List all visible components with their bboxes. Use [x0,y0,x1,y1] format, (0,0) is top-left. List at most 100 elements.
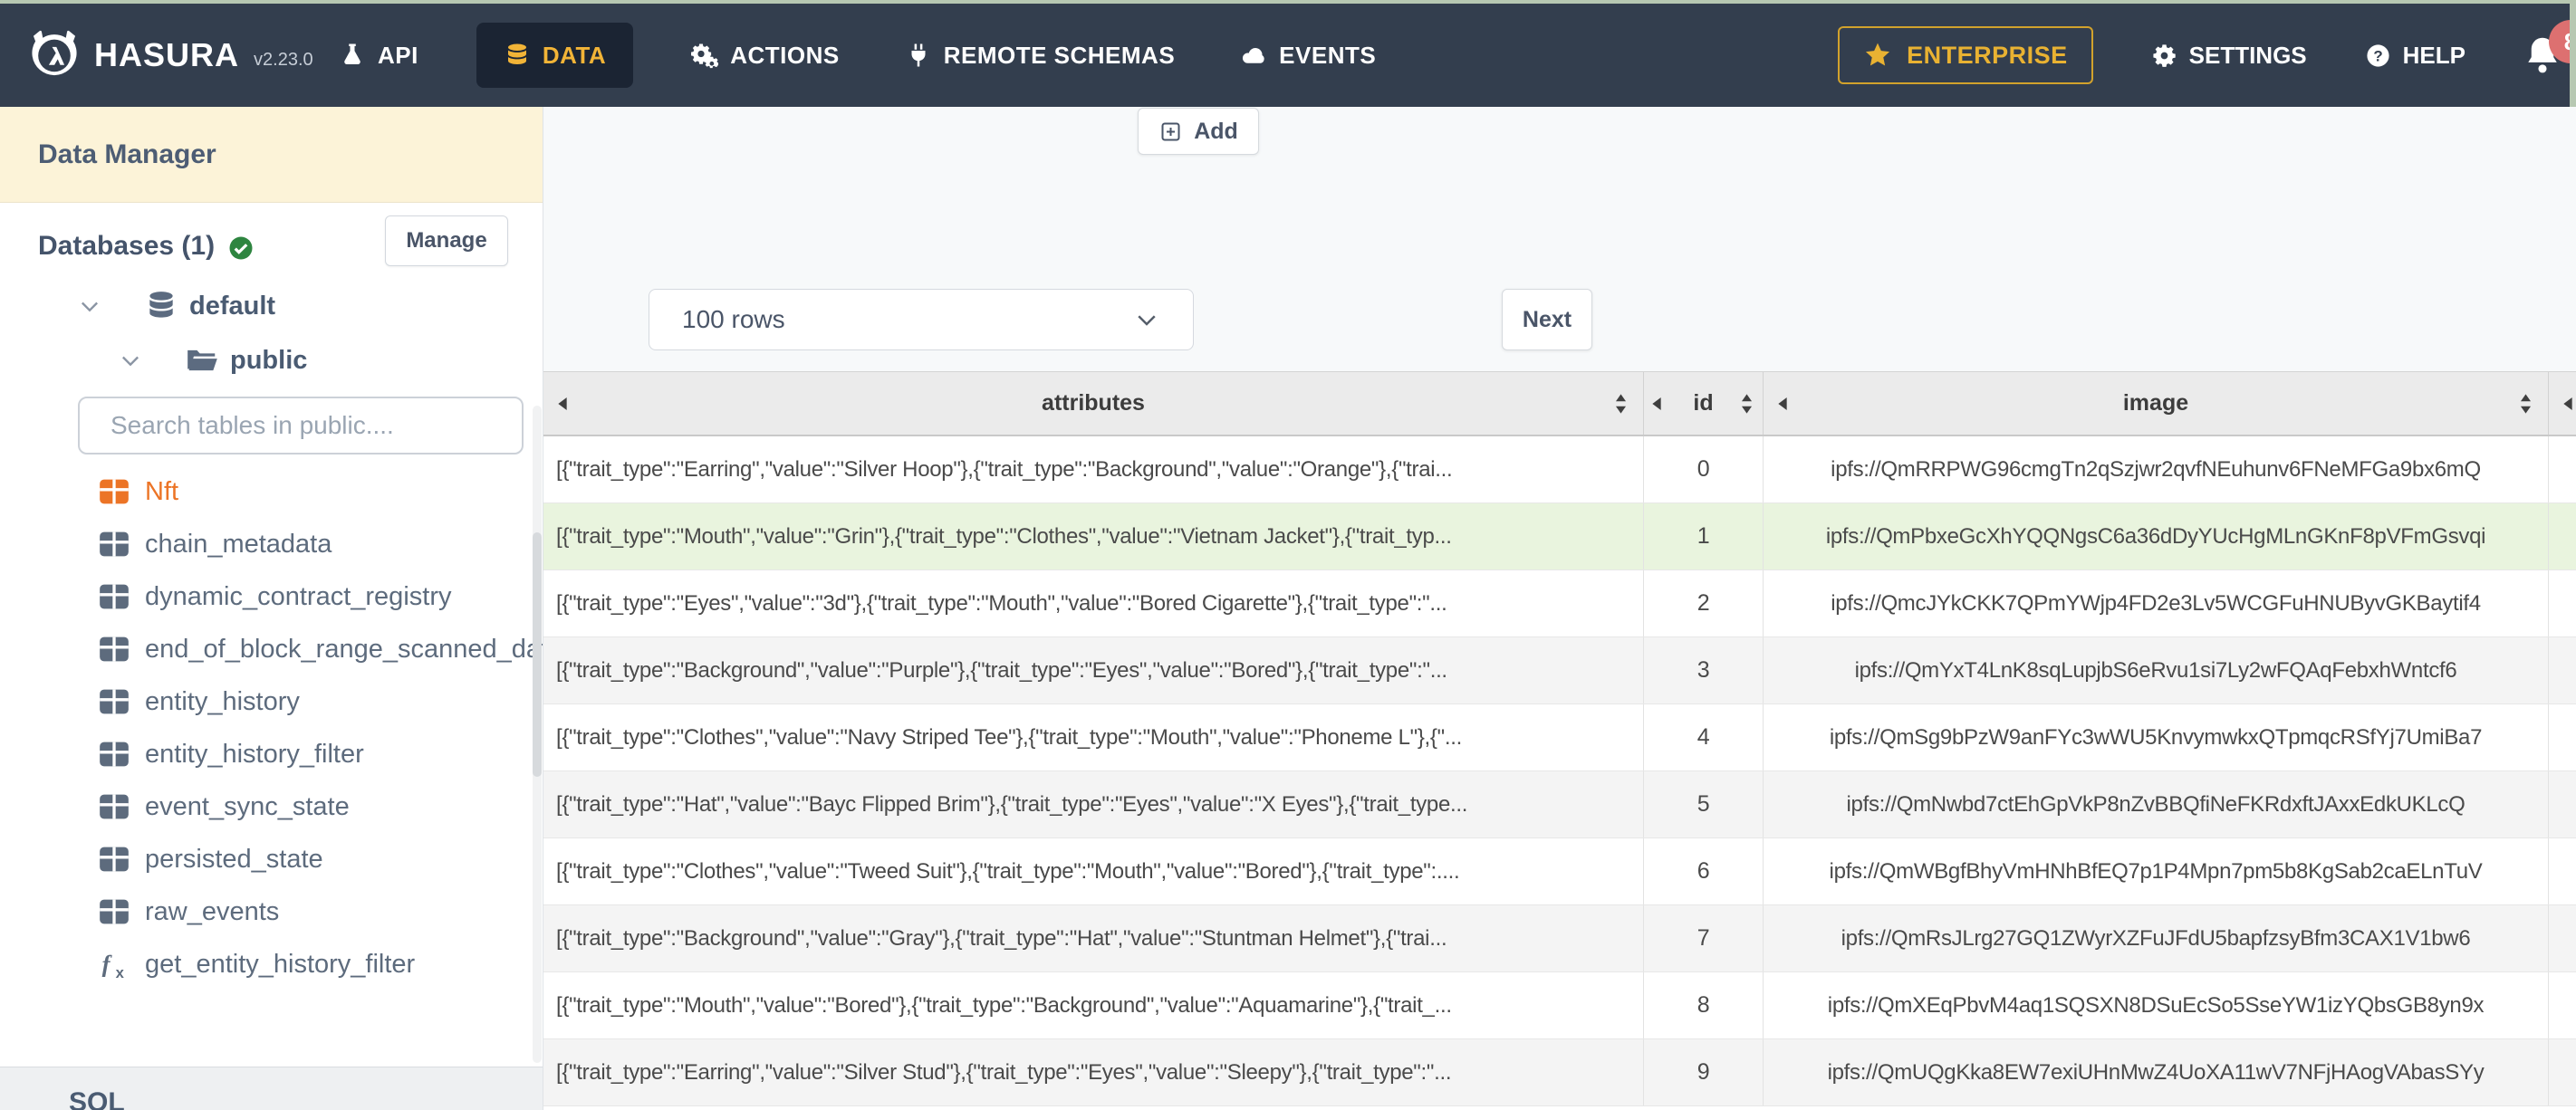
sidebar-title: Data Manager [0,107,543,203]
sort-column-icon[interactable] [1613,391,1629,416]
tree-item-database-default[interactable]: default [77,281,275,331]
cell-extra [2549,570,2576,636]
column-header-image: image [1764,372,2549,435]
nav-item-label: DATA [542,41,607,69]
add-row-button[interactable]: Add [1138,108,1259,155]
nav-right-cluster: ENTERPRISE SETTINGS ? HELP 8 [1838,4,2576,107]
chevron-down-icon [1133,306,1160,333]
enterprise-button[interactable]: ENTERPRISE [1838,26,2093,84]
enterprise-label: ENTERPRISE [1907,41,2068,69]
sort-column-icon[interactable] [2518,391,2533,416]
cell-extra [2549,905,2576,971]
collapse-column-icon[interactable] [2562,395,2574,412]
table-row-3[interactable]: [{"trait_type":"Background","value":"Pur… [543,637,2576,704]
rows-per-page-select[interactable]: 100 rows [649,289,1194,350]
help-label: HELP [2402,41,2465,69]
sidebar-table-end_of_block_range_scanned_data[interactable]: end_of_block_range_scanned_data [0,623,543,675]
nav-item-label: REMOTE SCHEMAS [943,41,1176,69]
sidebar-scrollbar-thumb[interactable] [533,532,542,777]
cell-id: 2 [1644,570,1764,636]
sidebar-table-entity_history_filter[interactable]: entity_history_filter [0,728,543,780]
svg-text:f: f [102,950,113,977]
search-tables-input[interactable] [109,410,493,441]
cell-attributes: [{"trait_type":"Clothes","value":"Navy S… [543,704,1644,770]
cell-id: 4 [1644,704,1764,770]
table-row-0[interactable]: [{"trait_type":"Earring","value":"Silver… [543,436,2576,503]
cell-extra [2549,637,2576,703]
database-name: default [189,291,276,321]
cell-image: ipfs://QmRRPWG96cmgTn2qSzjwr2qvfNEuhunv6… [1764,436,2549,502]
table-name: event_sync_state [145,791,350,821]
table-list: Nft chain_metadata dynamic_contract_regist… [0,465,543,990]
cell-attributes: [{"trait_type":"Clothes","value":"Tweed … [543,838,1644,904]
nav-item-actions[interactable]: ACTIONS [684,23,847,88]
gears-icon [691,42,719,69]
sidebar-table-raw_events[interactable]: raw_events [0,885,543,938]
table-name: raw_events [145,896,280,926]
table-icon [96,579,132,615]
cloud-icon [1240,42,1267,69]
viewport-right-edge [2570,4,2576,107]
sidebar-table-persisted_state[interactable]: persisted_state [0,833,543,885]
search-tables-box [78,397,524,455]
manage-button[interactable]: Manage [385,215,508,266]
table-row-6[interactable]: [{"trait_type":"Clothes","value":"Tweed … [543,838,2576,905]
svg-text:x: x [116,964,125,981]
nav-item-data[interactable]: DATA [476,23,634,88]
table-row-9[interactable]: [{"trait_type":"Earring","value":"Silver… [543,1039,2576,1106]
main-content: Add 100 rows Next attributes id image [{"t… [543,107,2576,1110]
databases-label: Databases (1) [38,231,216,261]
cell-id: 6 [1644,838,1764,904]
table-name: Nft [145,476,179,506]
nav-item-remote-schemas[interactable]: REMOTE SCHEMAS [898,23,1182,88]
sidebar-table-Nft[interactable]: Nft [0,465,543,518]
table-name: get_entity_history_filter [145,949,416,979]
table-row-8[interactable]: [{"trait_type":"Mouth","value":"Bored"},… [543,972,2576,1039]
svg-text:?: ? [2373,47,2382,64]
column-title: attributes [1042,390,1145,416]
chevron-down-icon[interactable] [77,293,102,319]
cell-id: 9 [1644,1039,1764,1105]
cell-attributes: [{"trait_type":"Hat","value":"Bayc Flipp… [543,771,1644,837]
nav-item-api[interactable]: API [332,23,426,88]
sort-column-icon[interactable] [1739,391,1754,416]
sidebar-table-chain_metadata[interactable]: chain_metadata [0,518,543,570]
table-icon [96,894,132,930]
cell-id: 7 [1644,905,1764,971]
database-icon [144,289,178,323]
notifications-button[interactable]: 8 [2523,20,2576,76]
column-header-extra [2549,372,2576,435]
viewport-top-edge [0,0,2576,4]
next-page-button[interactable]: Next [1502,289,1592,350]
column-header-attributes: attributes [543,372,1644,435]
table-icon [96,841,132,877]
tree-item-schema-public[interactable]: public [118,335,307,386]
help-button[interactable]: ? HELP [2365,42,2465,70]
table-icon [96,526,132,562]
sidebar-table-entity_history[interactable]: entity_history [0,675,543,728]
table-body: [{"trait_type":"Earring","value":"Silver… [543,436,2576,1106]
sidebar-table-event_sync_state[interactable]: event_sync_state [0,780,543,833]
settings-button[interactable]: SETTINGS [2151,42,2307,70]
sidebar: Data Manager Databases (1) Manage defaul… [0,107,543,1110]
cell-image: ipfs://QmNwbd7ctEhGpVkP8nZvBBQfiNeFKRdxf… [1764,771,2549,837]
brand-group[interactable]: HASURA v2.23.0 [27,4,313,107]
table-row-5[interactable]: [{"trait_type":"Hat","value":"Bayc Flipp… [543,771,2576,838]
sidebar-item-sql[interactable]: SQL [69,1087,543,1110]
plus-square-icon [1158,120,1183,144]
cell-id: 0 [1644,436,1764,502]
nav-item-events[interactable]: EVENTS [1233,23,1383,88]
flask-icon [339,42,366,69]
table-row-2[interactable]: [{"trait_type":"Eyes","value":"3d"},{"tr… [543,570,2576,637]
table-name: entity_history [145,686,300,716]
sidebar-table-dynamic_contract_registry[interactable]: dynamic_contract_registry [0,570,543,623]
sidebar-table-get_entity_history_filter[interactable]: f x get_entity_history_filter [0,938,543,990]
cell-attributes: [{"trait_type":"Eyes","value":"3d"},{"tr… [543,570,1644,636]
table-row-1[interactable]: [{"trait_type":"Mouth","value":"Grin"},{… [543,503,2576,570]
table-name: dynamic_contract_registry [145,581,452,611]
table-name: persisted_state [145,844,323,874]
table-row-4[interactable]: [{"trait_type":"Clothes","value":"Navy S… [543,704,2576,771]
table-row-7[interactable]: [{"trait_type":"Background","value":"Gra… [543,905,2576,972]
table-row-partial [543,1106,2576,1110]
chevron-down-icon[interactable] [118,348,143,373]
